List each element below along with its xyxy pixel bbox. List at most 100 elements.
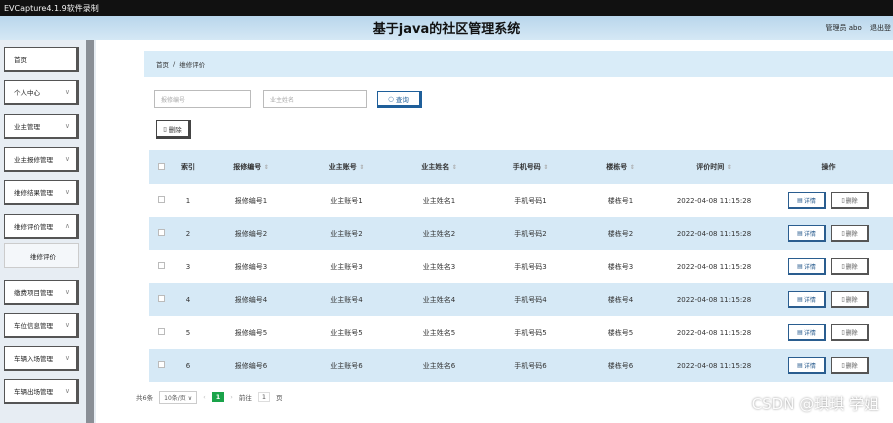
- sidebar-item-owners[interactable]: 业主管理 ∨: [4, 114, 79, 139]
- row-index: 4: [185, 295, 191, 304]
- delete-button-label: 删除: [845, 263, 858, 271]
- row-phone: 手机号码1: [514, 196, 547, 205]
- detail-icon: ▤: [797, 229, 803, 237]
- logout-link[interactable]: 退出登: [870, 24, 891, 32]
- table-header: 索引 报修编号 ⇕ 业主账号 ⇕ 业主姓名 ⇕ 手机号码 ⇕ 楼栋号 ⇕ 评价时…: [149, 150, 893, 184]
- col-name[interactable]: 业主姓名 ⇕: [394, 162, 484, 172]
- row-actions: ▤ 详情 ▯ 删除: [764, 225, 893, 242]
- detail-button[interactable]: ▤ 详情: [788, 291, 826, 308]
- sort-icon: ⇕: [543, 164, 549, 171]
- sidebar-item-label: 车辆入场管理: [14, 355, 53, 363]
- col-time[interactable]: 评价时间 ⇕: [664, 162, 764, 172]
- page-size-select[interactable]: 10条/页 ∨: [159, 390, 198, 404]
- row-repair-no: 报修编号6: [234, 361, 268, 370]
- trash-icon: ▯: [163, 124, 167, 133]
- chevron-down-icon: ∨: [64, 122, 70, 130]
- col-account[interactable]: 业主账号 ⇕: [299, 162, 394, 172]
- detail-button-label: 详情: [803, 296, 816, 304]
- delete-button-label: 删除: [845, 296, 858, 304]
- sidebar-item-vehicle-out[interactable]: 车辆出场管理 ∨: [4, 379, 79, 404]
- row-repair-no: 报修编号5: [234, 328, 268, 337]
- row-time: 2022-04-08 11:15:28: [676, 196, 752, 205]
- table-row: 4 报修编号4 业主账号4 业主姓名4 手机号码4 楼栋号4 2022-04-08 11:1…: [149, 283, 893, 316]
- sidebar-item-review-mgmt[interactable]: 维修评价管理 ∧: [4, 214, 79, 239]
- detail-button[interactable]: ▤ 详情: [788, 225, 826, 242]
- table-row: 3 报修编号3 业主账号3 业主姓名3 手机号码3 楼栋号3 2022-04-08 11:1…: [149, 250, 893, 283]
- sidebar-item-vehicle-in[interactable]: 车辆入场管理 ∨: [4, 346, 79, 371]
- row-time: 2022-04-08 11:15:28: [676, 295, 752, 304]
- row-time: 2022-04-08 11:15:28: [676, 361, 752, 370]
- row-actions: ▤ 详情 ▯ 删除: [764, 192, 893, 209]
- chevron-up-icon: ∧: [64, 222, 70, 230]
- row-building: 楼栋号2: [607, 229, 634, 238]
- sidebar-item-repair-result[interactable]: 维修结果管理 ∨: [4, 180, 79, 205]
- row-name: 业主姓名2: [422, 229, 456, 238]
- delete-button-label: 删除: [845, 230, 858, 238]
- sidebar-item-label: 车辆出场管理: [14, 388, 53, 396]
- trash-icon: ▯: [841, 196, 845, 204]
- row-delete-button[interactable]: ▯ 删除: [831, 192, 869, 209]
- delete-button-label: 删除: [845, 197, 858, 205]
- col-repair-no[interactable]: 报修编号 ⇕: [203, 162, 299, 172]
- row-checkbox[interactable]: [149, 262, 173, 271]
- col-label: 业主账号: [328, 163, 357, 171]
- row-checkbox[interactable]: [149, 196, 173, 205]
- sidebar-subitem-review[interactable]: 维修评价: [4, 243, 79, 268]
- row-actions: ▤ 详情 ▯ 删除: [764, 357, 893, 374]
- row-building: 楼栋号5: [607, 328, 634, 337]
- detail-button[interactable]: ▤ 详情: [788, 192, 826, 209]
- row-account: 业主账号3: [330, 262, 363, 271]
- row-checkbox[interactable]: [149, 328, 173, 337]
- row-time: 2022-04-08 11:15:28: [676, 328, 752, 337]
- breadcrumb: 首页 / 维修评价: [144, 51, 893, 77]
- row-checkbox[interactable]: [149, 361, 173, 370]
- detail-button-label: 详情: [803, 362, 816, 370]
- prev-page-icon[interactable]: ‹: [203, 393, 206, 401]
- row-delete-button[interactable]: ▯ 删除: [831, 324, 869, 341]
- page-1-button[interactable]: 1: [211, 392, 225, 402]
- col-phone[interactable]: 手机号码 ⇕: [484, 162, 577, 172]
- sidebar-item-personal[interactable]: 个人中心 ∨: [4, 80, 79, 105]
- row-building: 楼栋号6: [607, 361, 634, 370]
- detail-button[interactable]: ▤ 详情: [788, 324, 826, 341]
- top-bar: EVCapture4.1.9软件录制 基于java的社区管理系统 管理员 abo…: [0, 0, 893, 40]
- row-index: 6: [185, 361, 191, 370]
- next-page-icon[interactable]: ›: [230, 393, 233, 401]
- row-actions: ▤ 详情 ▯ 删除: [764, 291, 893, 308]
- page-title: 基于java的社区管理系统: [372, 22, 521, 37]
- col-building[interactable]: 楼栋号 ⇕: [577, 162, 664, 172]
- row-repair-no: 报修编号1: [234, 196, 268, 205]
- goto-page-input[interactable]: 1: [257, 392, 271, 402]
- detail-button[interactable]: ▤ 详情: [788, 258, 826, 275]
- row-index: 3: [185, 262, 191, 271]
- row-delete-button[interactable]: ▯ 删除: [831, 258, 869, 275]
- row-phone: 手机号码4: [514, 295, 547, 304]
- detail-icon: ▤: [797, 295, 803, 303]
- delete-button-label: 删除: [845, 329, 858, 337]
- row-actions: ▤ 详情 ▯ 删除: [764, 258, 893, 275]
- row-account: 业主账号2: [330, 229, 363, 238]
- row-checkbox[interactable]: [149, 229, 173, 238]
- delete-button[interactable]: ▯ 删除: [156, 120, 191, 139]
- row-delete-button[interactable]: ▯ 删除: [831, 357, 869, 374]
- chevron-down-icon: ∨: [64, 354, 70, 362]
- search-button[interactable]: ○ 查询: [377, 91, 422, 108]
- chevron-down-icon: ∨: [64, 88, 70, 96]
- breadcrumb-home[interactable]: 首页: [156, 59, 169, 69]
- sidebar-item-home[interactable]: 首页: [4, 47, 79, 72]
- sidebar-item-repair[interactable]: 业主报修管理 ∨: [4, 147, 79, 172]
- row-phone: 手机号码5: [514, 328, 547, 337]
- select-all-checkbox[interactable]: [149, 162, 173, 172]
- owner-name-input[interactable]: 业主姓名: [263, 90, 367, 108]
- row-phone: 手机号码2: [514, 229, 547, 238]
- pagination: 共6条 10条/页 ∨ ‹ 1 › 前往 1 页: [136, 390, 283, 404]
- sidebar-item-fees[interactable]: 缴费项目管理 ∨: [4, 280, 79, 305]
- row-delete-button[interactable]: ▯ 删除: [831, 291, 869, 308]
- page-unit: 页: [276, 394, 283, 402]
- row-name: 业主姓名4: [422, 295, 456, 304]
- row-checkbox[interactable]: [149, 295, 173, 304]
- row-delete-button[interactable]: ▯ 删除: [831, 225, 869, 242]
- detail-button[interactable]: ▤ 详情: [788, 357, 826, 374]
- repair-no-input[interactable]: 报修编号: [154, 90, 251, 108]
- sidebar-item-parking[interactable]: 车位信息管理 ∨: [4, 313, 79, 338]
